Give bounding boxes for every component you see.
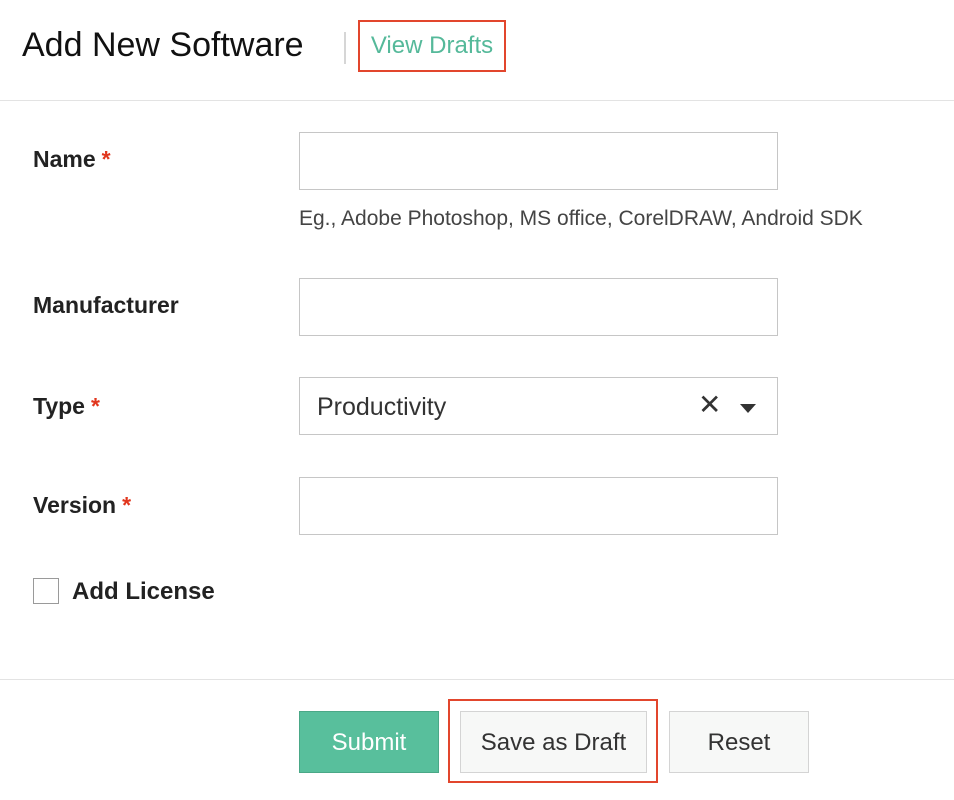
view-drafts-link[interactable]: View Drafts <box>358 20 506 72</box>
name-hint: Eg., Adobe Photoshop, MS office, CorelDR… <box>299 207 863 230</box>
type-select[interactable]: Productivity ✕ <box>299 377 778 435</box>
type-label: Type * <box>33 393 100 420</box>
page-title: Add New Software <box>22 26 304 64</box>
name-label: Name * <box>33 146 111 173</box>
version-label-text: Version <box>33 492 117 518</box>
header-separator <box>344 32 346 64</box>
type-selected-value: Productivity <box>317 393 447 421</box>
version-label: Version * <box>33 492 131 519</box>
reset-button[interactable]: Reset <box>669 711 809 773</box>
manufacturer-label: Manufacturer <box>33 292 179 318</box>
manufacturer-input[interactable] <box>299 278 778 336</box>
save-as-draft-button[interactable]: Save as Draft <box>460 711 647 773</box>
name-required-mark: * <box>101 146 111 172</box>
footer-divider <box>0 679 954 680</box>
version-input[interactable] <box>299 477 778 535</box>
add-license-checkbox[interactable] <box>33 578 59 604</box>
clear-icon[interactable]: ✕ <box>698 389 721 421</box>
version-required-mark: * <box>122 492 132 518</box>
name-label-text: Name <box>33 146 96 172</box>
submit-button[interactable]: Submit <box>299 711 439 773</box>
add-license-label[interactable]: Add License <box>72 578 215 606</box>
page-header: Add New Software View Drafts <box>0 0 954 101</box>
type-required-mark: * <box>90 393 100 419</box>
type-label-text: Type <box>33 393 85 419</box>
chevron-down-icon[interactable] <box>740 404 756 413</box>
name-input[interactable] <box>299 132 778 190</box>
